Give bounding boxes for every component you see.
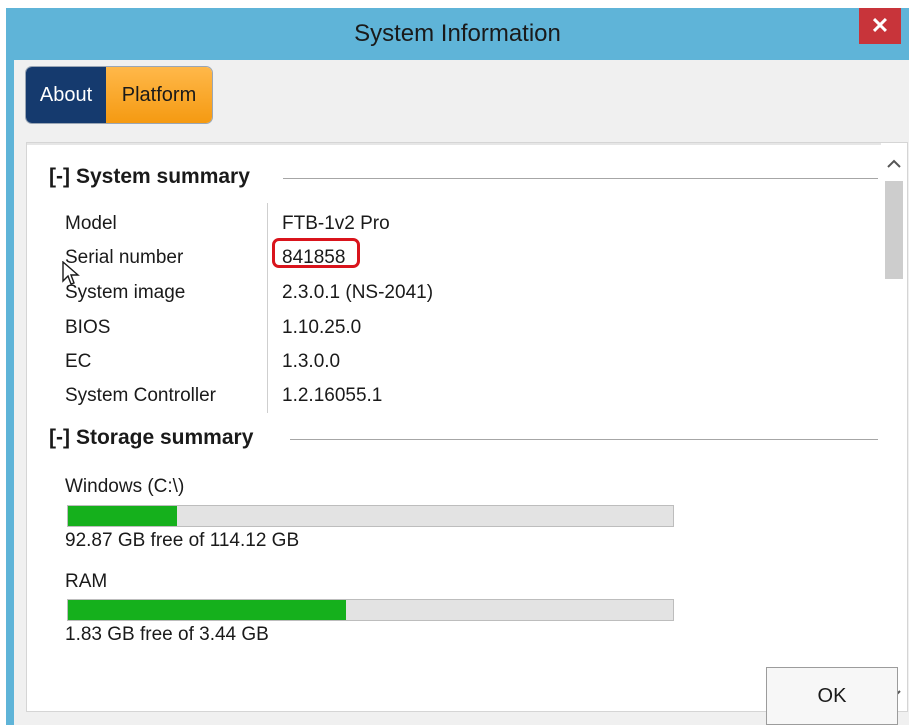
bios-value: 1.10.25.0 (282, 317, 362, 338)
model-label: Model (65, 213, 117, 234)
tab-bar: About Platform (25, 66, 213, 124)
system-controller-label: System Controller (65, 385, 216, 406)
ec-label: EC (65, 351, 92, 372)
system-image-value: 2.3.0.1 (NS-2041) (282, 282, 434, 303)
storage-summary-title: Storage summary (75, 426, 254, 449)
tab-about[interactable]: About (26, 67, 106, 123)
window-client-area: About Platform [-] System summary Model … (14, 60, 909, 725)
storage-bar-fill (68, 506, 177, 526)
storage-bar-fill (68, 600, 347, 620)
bios-label: BIOS (65, 317, 111, 338)
storage-bar-ram (67, 599, 674, 621)
mouse-cursor-icon (61, 260, 81, 292)
storage-name-windows: Windows (C:\) (65, 476, 185, 497)
ok-button[interactable]: OK (766, 667, 898, 725)
section-divider (290, 439, 878, 440)
storage-info-ram: 1.83 GB free of 3.44 GB (65, 624, 269, 645)
window-title: System Information (354, 20, 561, 47)
storage-name-ram: RAM (65, 571, 108, 592)
system-summary-title: System summary (75, 165, 250, 188)
tab-platform[interactable]: Platform (106, 67, 212, 123)
storage-bar-windows (67, 505, 674, 527)
serial-number-highlight (272, 238, 360, 268)
storage-info-windows: 92.87 GB free of 114.12 GB (65, 530, 300, 551)
system-image-label: System image (65, 282, 186, 303)
storage-summary-header[interactable]: [-] Storage summary (49, 426, 253, 450)
system-summary-toggle[interactable]: [-] (49, 165, 70, 189)
model-value: FTB-1v2 Pro (282, 213, 390, 234)
about-content-panel: [-] System summary Model FTB-1v2 Pro Ser… (26, 142, 908, 712)
scrollbar-thumb[interactable] (885, 181, 903, 279)
storage-summary-toggle[interactable]: [-] (49, 426, 70, 450)
title-bar[interactable]: System Information ✕ (6, 8, 909, 60)
ec-value: 1.3.0.0 (282, 351, 341, 372)
system-information-window: System Information ✕ About Platform [-] … (6, 8, 909, 725)
column-divider (267, 203, 268, 413)
serial-number-label: Serial number (65, 247, 184, 268)
panel-divider (27, 143, 907, 145)
close-icon: ✕ (870, 13, 890, 38)
system-summary-header[interactable]: [-] System summary (49, 165, 250, 189)
vertical-scrollbar[interactable] (881, 143, 907, 711)
close-button[interactable]: ✕ (859, 8, 901, 44)
chevron-up-icon[interactable] (881, 153, 907, 175)
section-divider (283, 178, 878, 179)
system-controller-value: 1.2.16055.1 (282, 385, 383, 406)
